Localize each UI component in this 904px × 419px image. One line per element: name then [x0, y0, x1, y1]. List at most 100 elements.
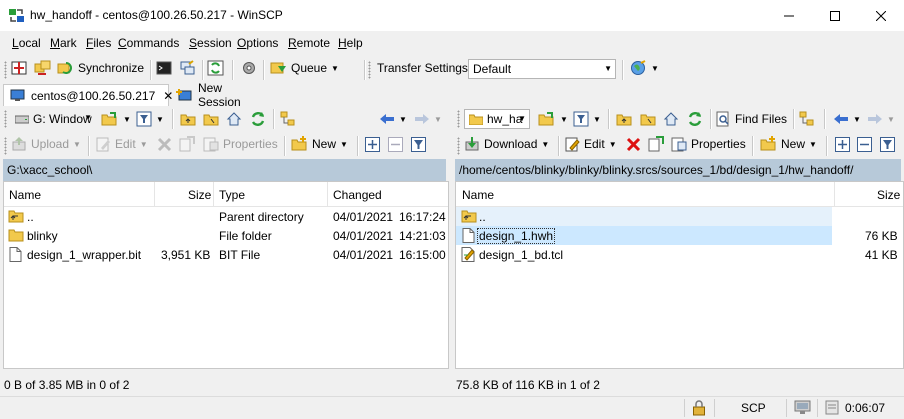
- right-column-size[interactable]: Size: [877, 188, 900, 202]
- right-root-directory-button[interactable]: [640, 108, 656, 130]
- title-bar: hw_handoff - centos@100.26.50.217 - WinS…: [0, 0, 904, 31]
- table-row[interactable]: .. Parent directory 04/01/2021 16:17:24: [4, 207, 448, 226]
- toolbar-grip[interactable]: [4, 137, 7, 155]
- left-new-button[interactable]: New ▼: [291, 133, 348, 155]
- toolbar-grip[interactable]: [457, 110, 460, 128]
- right-filter-button[interactable]: ▼: [573, 108, 601, 130]
- close-window-button[interactable]: [858, 0, 904, 31]
- minus-icon: [857, 136, 872, 152]
- left-drive-select[interactable]: G: Window ▼: [11, 109, 95, 129]
- minus-icon: [388, 136, 403, 152]
- right-find-files-button[interactable]: Find Files: [715, 108, 787, 130]
- synchronize-button[interactable]: Synchronize: [57, 57, 144, 79]
- right-delete-button[interactable]: [626, 133, 641, 155]
- table-row[interactable]: design_1_bd.tcl 41 KB: [456, 245, 903, 264]
- right-select-files-button[interactable]: [880, 133, 895, 155]
- right-properties-button[interactable]: Properties: [671, 133, 746, 155]
- synchronize-icon: [57, 60, 74, 76]
- properties-icon: [671, 136, 687, 152]
- table-row[interactable]: design_1_wrapper.bit 3,951 KB BIT File 0…: [4, 245, 448, 264]
- right-edit-button[interactable]: Edit ▼: [564, 133, 617, 155]
- right-back-button[interactable]: ▼: [833, 108, 861, 130]
- table-row[interactable]: ..: [456, 207, 832, 226]
- toolbar-grip[interactable]: [368, 61, 371, 79]
- right-home-button[interactable]: [663, 108, 680, 130]
- menu-session[interactable]: Session: [189, 36, 232, 50]
- left-column-size[interactable]: Size: [188, 188, 211, 202]
- left-column-changed[interactable]: Changed: [333, 188, 382, 202]
- menu-options[interactable]: Options: [237, 36, 278, 50]
- left-unselect-button[interactable]: [388, 133, 403, 155]
- left-root-directory-button[interactable]: [203, 108, 219, 130]
- globe-preset-button[interactable]: ▼: [630, 57, 659, 79]
- open-terminal-button[interactable]: [156, 57, 172, 79]
- maximize-button[interactable]: [812, 0, 858, 31]
- right-forward-button[interactable]: ▼: [867, 108, 895, 130]
- left-delete-button[interactable]: [157, 133, 172, 155]
- elapsed-time: 0:06:07: [845, 401, 886, 415]
- right-parent-directory-button[interactable]: [616, 108, 632, 130]
- upload-button[interactable]: Upload ▼: [11, 133, 81, 155]
- left-refresh-button[interactable]: [250, 108, 267, 130]
- left-forward-button[interactable]: ▼: [414, 108, 442, 130]
- right-rename-button[interactable]: [648, 133, 665, 155]
- left-path-bar[interactable]: G:\xacc_school\: [3, 159, 446, 181]
- menu-commands[interactable]: Commands: [118, 36, 179, 50]
- home-icon: [226, 111, 243, 127]
- right-file-list[interactable]: Name Size .. design_1.hwh 76 KB design_1…: [455, 181, 904, 369]
- refresh-button[interactable]: [207, 57, 224, 79]
- table-row[interactable]: blinky File folder 04/01/2021 14:21:03: [4, 226, 448, 245]
- left-select-all-button[interactable]: [365, 133, 380, 155]
- left-select-files-button[interactable]: [411, 133, 426, 155]
- chevron-down-icon: ▼: [604, 64, 612, 73]
- right-directory-select[interactable]: hw_ha ▼: [464, 109, 530, 129]
- tab-new-session[interactable]: New Session: [170, 81, 272, 109]
- right-refresh-button[interactable]: [687, 108, 704, 130]
- filter-icon: [411, 136, 426, 152]
- right-new-button[interactable]: New ▼: [760, 133, 817, 155]
- right-path-bar[interactable]: /home/centos/blinky/blinky/blinky.srcs/s…: [455, 159, 901, 181]
- left-parent-directory-button[interactable]: [180, 108, 196, 130]
- left-properties-button[interactable]: Properties: [203, 133, 278, 155]
- left-edit-button[interactable]: Edit ▼: [95, 133, 148, 155]
- tab-session[interactable]: centos@100.26.50.217 ✕: [3, 84, 173, 106]
- left-column-type[interactable]: Type: [219, 188, 245, 202]
- menu-local[interactable]: Local: [12, 36, 41, 50]
- right-open-folder-button[interactable]: ▼: [538, 108, 568, 130]
- download-button[interactable]: Download ▼: [464, 133, 549, 155]
- synchronize-browsing-button[interactable]: [34, 57, 51, 79]
- left-home-button[interactable]: [226, 108, 243, 130]
- right-column-name[interactable]: Name: [462, 188, 494, 202]
- open-putty-button[interactable]: [179, 57, 196, 79]
- right-tree-button[interactable]: [799, 108, 816, 130]
- compare-directories-button[interactable]: [11, 57, 27, 79]
- toolbar-grip[interactable]: [4, 61, 7, 79]
- toolbar-grip[interactable]: [457, 137, 460, 155]
- menu-mark[interactable]: Mark: [50, 36, 77, 50]
- left-open-folder-button[interactable]: ▼: [101, 108, 131, 130]
- queue-button[interactable]: Queue ▼: [270, 57, 339, 79]
- minimize-button[interactable]: [766, 0, 812, 31]
- left-file-list[interactable]: Name Size Type Changed .. Parent directo…: [3, 181, 449, 369]
- menu-files[interactable]: Files: [86, 36, 111, 50]
- plus-icon: [365, 136, 380, 152]
- transfer-settings-select[interactable]: Default ▼: [468, 59, 616, 79]
- left-rename-button[interactable]: [179, 133, 196, 155]
- left-column-name[interactable]: Name: [9, 188, 41, 202]
- rename-icon: [648, 136, 665, 152]
- left-back-button[interactable]: ▼: [379, 108, 407, 130]
- table-row-selected[interactable]: design_1.hwh: [456, 226, 832, 245]
- queue-dropdown-icon[interactable]: ▼: [331, 64, 339, 73]
- arrow-right-icon: [414, 112, 430, 126]
- left-filter-button[interactable]: ▼: [136, 108, 164, 130]
- right-unselect-button[interactable]: [857, 133, 872, 155]
- delete-icon: [157, 137, 172, 152]
- right-select-all-button[interactable]: [835, 133, 850, 155]
- toolbar-grip[interactable]: [4, 110, 7, 128]
- menu-help[interactable]: Help: [338, 36, 363, 50]
- right-selection-status: 75.8 KB of 116 KB in 1 of 2: [456, 378, 600, 392]
- left-tree-button[interactable]: [280, 108, 297, 130]
- filter-icon: [573, 111, 589, 127]
- menu-remote[interactable]: Remote: [288, 36, 330, 50]
- preferences-button[interactable]: [241, 57, 257, 79]
